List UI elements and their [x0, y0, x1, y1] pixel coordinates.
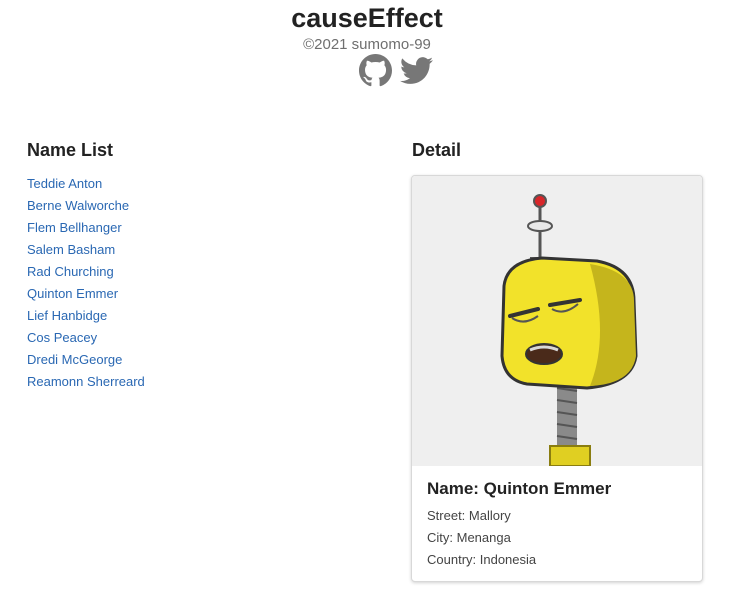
app-root: causeEffect ©2021 sumomo-99 Name List Te…	[0, 0, 734, 596]
name-list-item[interactable]: Salem Basham	[27, 239, 145, 261]
github-icon[interactable]	[359, 54, 392, 87]
detail-heading: Detail	[412, 140, 462, 160]
detail-street: Street: Mallory	[427, 508, 511, 523]
name-list-item[interactable]: Teddie Anton	[27, 173, 145, 195]
name-list-heading: Name List	[27, 140, 114, 160]
copyright-text: ©2021 sumomo-99	[303, 36, 431, 53]
detail-card: Name: Quinton Emmer Street: Mallory City…	[411, 175, 703, 582]
detail-name: Name: Quinton Emmer	[427, 479, 612, 498]
name-list: Teddie Anton Berne Walworche Flem Bellha…	[27, 173, 145, 393]
twitter-icon[interactable]	[400, 54, 433, 87]
robot-avatar-image	[412, 176, 702, 466]
detail-card-body: Name: Quinton Emmer Street: Mallory City…	[427, 477, 611, 571]
app-title: causeEffect	[291, 3, 443, 33]
name-list-item[interactable]: Berne Walworche	[27, 195, 145, 217]
name-list-item[interactable]: Dredi McGeorge	[27, 349, 145, 371]
social-links	[359, 54, 433, 87]
detail-city: City: Menanga	[427, 530, 511, 545]
name-list-item[interactable]: Rad Churching	[27, 261, 145, 283]
robot-avatar-icon	[500, 194, 638, 466]
name-list-item[interactable]: Flem Bellhanger	[27, 217, 145, 239]
name-list-item[interactable]: Quinton Emmer	[27, 283, 145, 305]
detail-country: Country: Indonesia	[427, 552, 537, 567]
name-list-item[interactable]: Lief Hanbidge	[27, 305, 145, 327]
name-list-item[interactable]: Reamonn Sherreard	[27, 371, 145, 393]
name-list-item[interactable]: Cos Peacey	[27, 327, 145, 349]
